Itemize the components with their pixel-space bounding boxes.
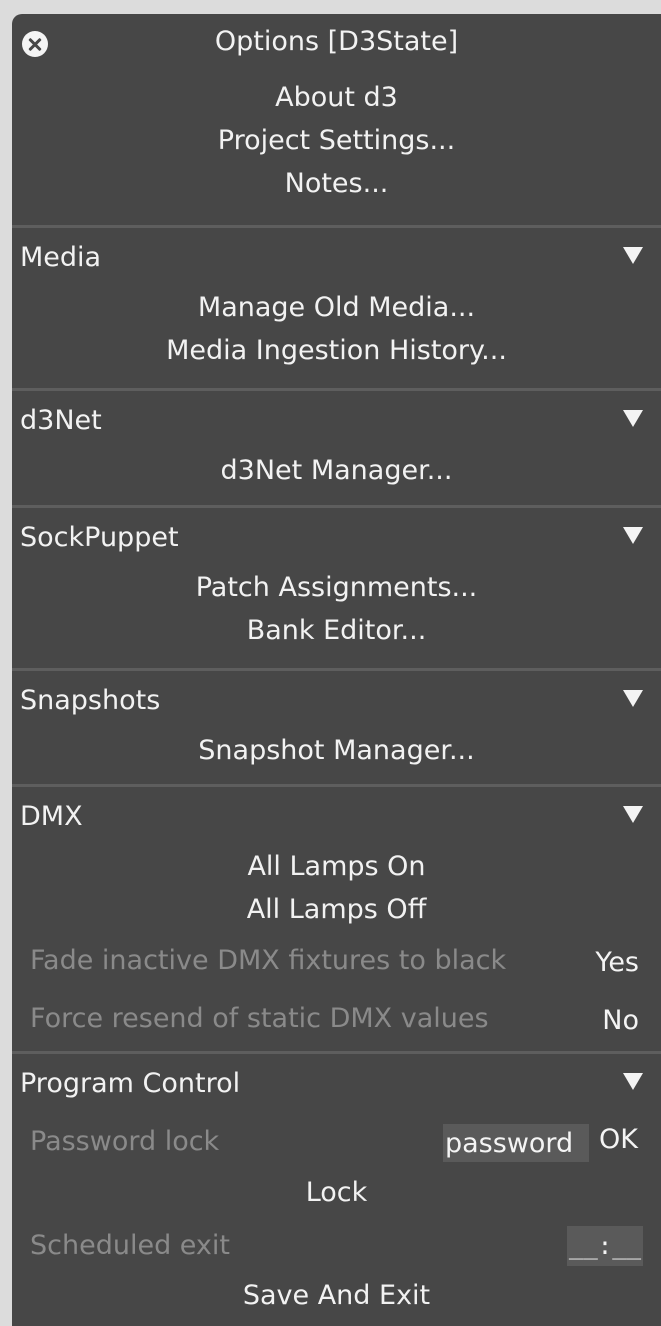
password-input[interactable] <box>443 1124 589 1162</box>
notes-button[interactable]: Notes... <box>12 162 661 205</box>
triangle-down-icon[interactable] <box>623 690 643 707</box>
snapshots-section-header[interactable]: Snapshots <box>12 671 661 729</box>
force-resend-toggle[interactable]: No <box>602 1005 639 1036</box>
all-lamps-off-button[interactable]: All Lamps Off <box>12 888 661 931</box>
d3net-section: d3Net d3Net Manager... <box>12 388 661 505</box>
window-title: Options [D3State] <box>214 26 459 57</box>
program-control-section-header[interactable]: Program Control <box>12 1054 661 1112</box>
dmx-section: DMX All Lamps On All Lamps Off Fade inac… <box>12 784 661 1051</box>
password-lock-label: Password lock <box>30 1126 220 1157</box>
all-lamps-on-button[interactable]: All Lamps On <box>12 845 661 888</box>
password-lock-row: Password lock OK <box>12 1112 661 1170</box>
media-ingestion-history-button[interactable]: Media Ingestion History... <box>12 329 661 372</box>
fade-inactive-toggle[interactable]: Yes <box>595 947 639 978</box>
section-title: DMX <box>20 801 83 832</box>
triangle-down-icon[interactable] <box>623 410 643 427</box>
bank-editor-button[interactable]: Bank Editor... <box>12 609 661 652</box>
manage-old-media-button[interactable]: Manage Old Media... <box>12 286 661 329</box>
media-section: Media Manage Old Media... Media Ingestio… <box>12 225 661 388</box>
section-title: Program Control <box>20 1068 241 1099</box>
patch-assignments-button[interactable]: Patch Assignments... <box>12 566 661 609</box>
options-panel: Options [D3State] About d3 Project Setti… <box>12 14 661 1326</box>
force-resend-option: Force resend of static DMX values No <box>12 989 661 1047</box>
triangle-down-icon[interactable] <box>623 806 643 823</box>
media-section-header[interactable]: Media <box>12 228 661 286</box>
sockpuppet-section-header[interactable]: SockPuppet <box>12 508 661 566</box>
section-title: SockPuppet <box>20 522 179 553</box>
fade-inactive-option: Fade inactive DMX fixtures to black Yes <box>12 931 661 989</box>
d3net-section-header[interactable]: d3Net <box>12 391 661 449</box>
triangle-down-icon[interactable] <box>623 247 643 264</box>
program-control-section: Program Control Password lock OK Lock Sc… <box>12 1051 661 1317</box>
top-menu: About d3 Project Settings... Notes... <box>12 76 661 205</box>
option-label: Force resend of static DMX values <box>30 1003 489 1034</box>
dmx-section-header[interactable]: DMX <box>12 787 661 845</box>
snapshot-manager-button[interactable]: Snapshot Manager... <box>12 729 661 772</box>
section-title: Snapshots <box>20 685 161 716</box>
project-settings-button[interactable]: Project Settings... <box>12 119 661 162</box>
scheduled-exit-label: Scheduled exit <box>30 1230 230 1261</box>
ok-button[interactable]: OK <box>599 1124 638 1155</box>
scheduled-exit-time-input[interactable]: __:__ <box>567 1226 643 1266</box>
scheduled-exit-row: Scheduled exit __:__ <box>12 1216 661 1274</box>
title-bar: Options [D3State] <box>12 14 661 76</box>
sockpuppet-section: SockPuppet Patch Assignments... Bank Edi… <box>12 505 661 668</box>
save-and-exit-button[interactable]: Save And Exit <box>12 1274 661 1317</box>
section-title: Media <box>20 242 102 273</box>
about-d3-button[interactable]: About d3 <box>12 76 661 119</box>
triangle-down-icon[interactable] <box>623 527 643 544</box>
d3net-manager-button[interactable]: d3Net Manager... <box>12 449 661 492</box>
snapshots-section: Snapshots Snapshot Manager... <box>12 668 661 784</box>
option-label: Fade inactive DMX fixtures to black <box>30 945 507 976</box>
lock-button[interactable]: Lock <box>12 1170 661 1216</box>
section-title: d3Net <box>20 405 102 436</box>
triangle-down-icon[interactable] <box>623 1073 643 1090</box>
